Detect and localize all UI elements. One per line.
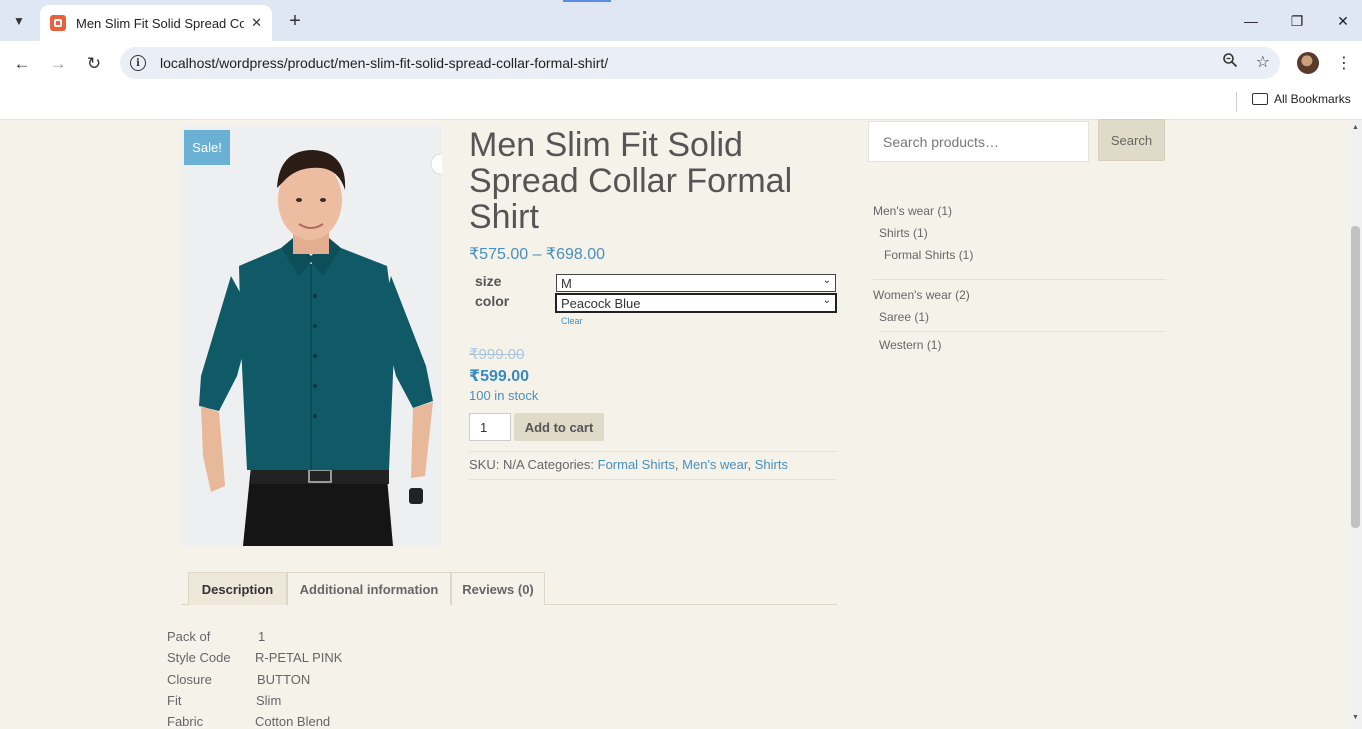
color-select[interactable]: Peacock Blue ⌄ (555, 293, 837, 313)
attr-value: BUTTON (257, 672, 311, 687)
color-select-value: Peacock Blue (561, 295, 641, 311)
product-tabs: Description Additional information Revie… (181, 571, 837, 605)
attr-value: Cotton Blend (255, 714, 331, 729)
close-tab-icon[interactable]: ✕ (251, 15, 262, 31)
zoom-icon[interactable] (1222, 52, 1238, 73)
product-title: Men Slim Fit Solid Spread Collar Formal … (469, 126, 793, 236)
profile-avatar[interactable] (1297, 52, 1319, 74)
tab-additional-information[interactable]: Additional information (287, 572, 451, 605)
category-saree[interactable]: Saree (1) (879, 310, 929, 324)
attr-name: Closure (167, 672, 212, 687)
site-info-icon[interactable]: i (130, 55, 146, 71)
forward-arrow-icon[interactable]: → (44, 50, 72, 78)
browser-menu-icon[interactable]: ⋮ (1336, 50, 1352, 76)
price-range: ₹575.00 – ₹698.00 (469, 246, 606, 263)
tab-title: Men Slim Fit Solid Spread Colla (76, 15, 244, 31)
chevron-down-icon: ⌄ (822, 275, 831, 286)
bookmarks-divider (1236, 92, 1237, 112)
scrollbar-thumb[interactable] (1351, 226, 1360, 528)
sale-price: ₹599.00 (469, 368, 530, 385)
category-divider (879, 331, 1166, 332)
stock-status: 100 in stock (469, 388, 539, 403)
attr-name: Fabric (167, 714, 204, 729)
sku-categories-label: SKU: N/A Categories: (469, 457, 594, 472)
tab-indicator (563, 0, 611, 2)
meta-divider-bottom (469, 479, 836, 480)
browser-tab[interactable]: Men Slim Fit Solid Spread Colla ✕ (40, 5, 272, 41)
product-image[interactable] (181, 126, 442, 546)
all-bookmarks-label: All Bookmarks (1274, 92, 1351, 106)
size-select[interactable]: M ⌄ (556, 274, 836, 292)
attr-name: Style Code (167, 650, 231, 665)
close-window-icon[interactable]: ✕ (1328, 8, 1358, 34)
product-meta: SKU: N/A Categories: Formal Shirts, Men'… (469, 457, 788, 472)
attr-name: Fit (167, 693, 182, 708)
attr-name: Pack of (167, 629, 211, 644)
restore-icon[interactable]: ❐ (1282, 8, 1312, 34)
reload-icon[interactable]: ↻ (80, 50, 108, 78)
clear-variations-link[interactable]: Clear (561, 316, 583, 326)
folder-icon (1252, 93, 1268, 105)
chevron-down-icon: ⌄ (822, 295, 831, 306)
category-mens-wear[interactable]: Men's wear (1) (873, 204, 952, 218)
favicon-icon (50, 15, 66, 31)
category-divider (873, 279, 1166, 280)
category-link-shirts[interactable]: Shirts (755, 457, 788, 472)
new-tab-icon[interactable]: + (282, 8, 308, 34)
category-western[interactable]: Western (1) (879, 338, 941, 352)
attr-value: 1 (258, 629, 266, 644)
all-bookmarks-button[interactable]: All Bookmarks (1252, 92, 1351, 106)
tab-search-chevron-icon[interactable]: ▼ (6, 8, 32, 34)
category-womens-wear[interactable]: Women's wear (2) (873, 288, 970, 302)
browser-tab-bar: ▼ Men Slim Fit Solid Spread Colla ✕ + — … (0, 0, 1362, 41)
attr-value: Slim (256, 693, 282, 708)
meta-divider-top (469, 451, 836, 452)
scroll-down-icon[interactable]: ▼ (1352, 714, 1359, 721)
bookmarks-bar: All Bookmarks (0, 86, 1362, 120)
category-link-mens-wear[interactable]: Men's wear (682, 457, 747, 472)
sale-badge: Sale! (184, 130, 230, 165)
page-scrollbar[interactable]: ▲ ▼ (1349, 120, 1362, 729)
quantity-input[interactable]: 1 (469, 413, 511, 441)
back-arrow-icon[interactable]: ← (8, 50, 36, 78)
color-label: color (475, 293, 510, 309)
category-formal-shirts[interactable]: Formal Shirts (1) (884, 248, 973, 262)
tab-reviews[interactable]: Reviews (0) (451, 572, 545, 605)
url-text[interactable]: localhost/wordpress/product/men-slim-fit… (160, 55, 608, 71)
product-search-input[interactable]: Search products… (868, 121, 1089, 162)
size-label: size (475, 273, 502, 289)
shirt-model-illustration (181, 126, 442, 546)
address-bar[interactable]: i localhost/wordpress/product/men-slim-f… (120, 47, 1280, 79)
minimize-icon[interactable]: — (1236, 8, 1266, 34)
attr-value: R-PETAL PINK (255, 650, 343, 665)
tab-description[interactable]: Description (188, 572, 287, 605)
add-to-cart-button[interactable]: Add to cart (514, 413, 604, 441)
category-shirts[interactable]: Shirts (1) (879, 226, 928, 240)
size-select-value: M (561, 275, 572, 291)
browser-toolbar: ← → ↻ i localhost/wordpress/product/men-… (0, 41, 1362, 86)
scroll-up-icon[interactable]: ▲ (1352, 124, 1359, 131)
category-link-formal-shirts[interactable]: Formal Shirts (598, 457, 675, 472)
bookmark-star-icon[interactable]: ☆ (1256, 52, 1270, 73)
regular-price: ₹999.00 (469, 346, 525, 363)
search-button[interactable]: Search (1098, 119, 1165, 161)
